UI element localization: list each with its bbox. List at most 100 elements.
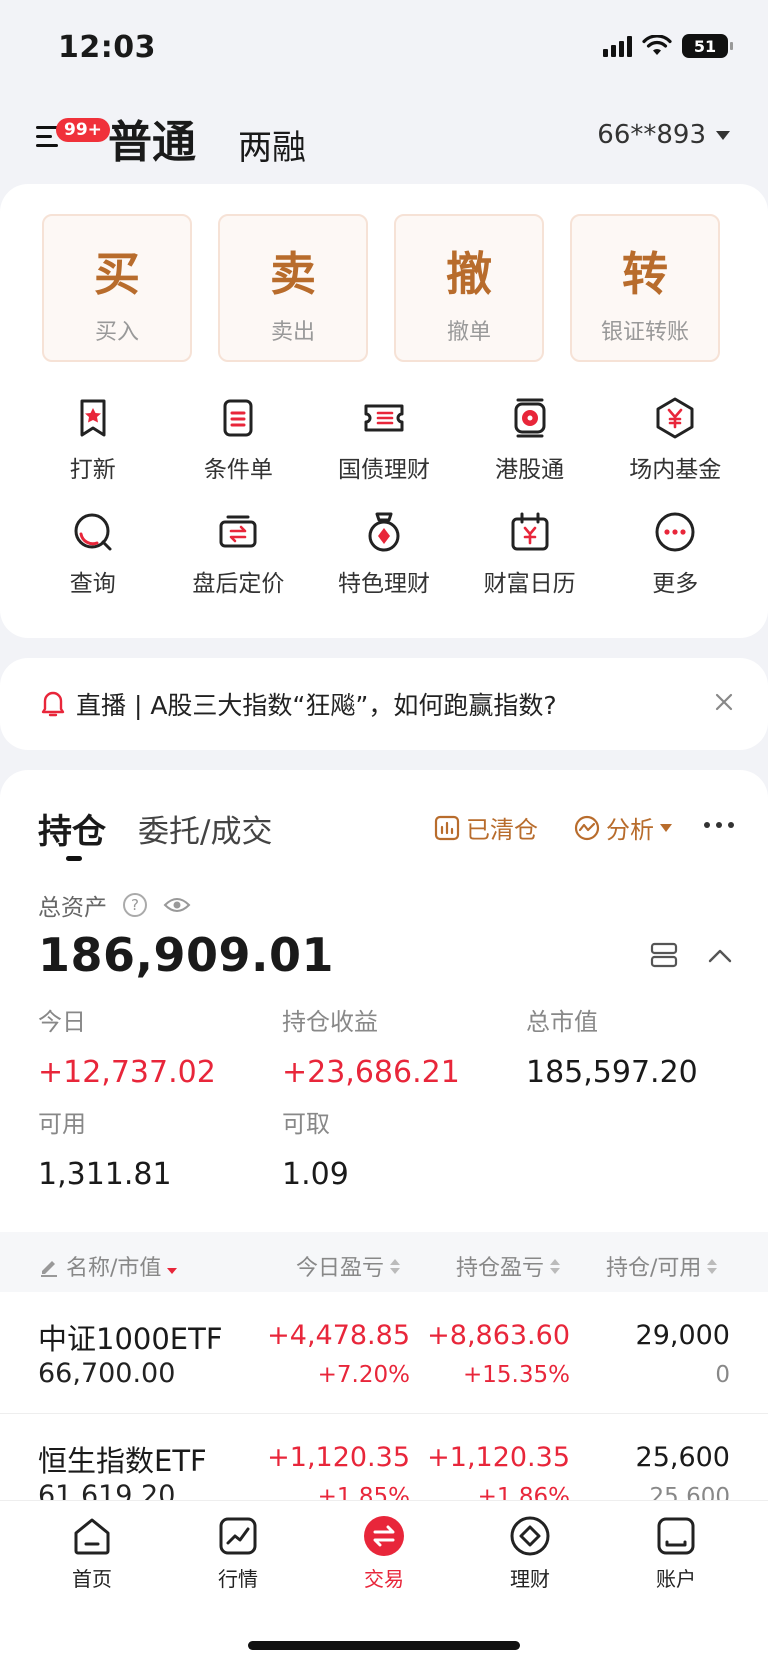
position-pl: +1,120.35: [427, 1442, 570, 1473]
today-pl: +4,478.85: [267, 1320, 410, 1351]
analysis-button[interactable]: 分析: [574, 810, 672, 845]
position-qty: 25,600: [635, 1442, 730, 1473]
tab-finance[interactable]: 理财: [470, 1515, 590, 1592]
tab-label: 首页: [72, 1567, 112, 1591]
security-name: 中证1000ETF: [38, 1322, 223, 1356]
chevron-up-icon[interactable]: [708, 946, 732, 966]
total-assets-value: 186,909.01: [38, 928, 335, 982]
grid-item-after-hours[interactable]: 盘后定价: [166, 510, 312, 598]
stat-label: 总市值: [526, 1008, 598, 1036]
status-time: 12:03: [58, 30, 156, 65]
tab-orders-trades[interactable]: 委托/成交: [138, 806, 272, 851]
tab-trade[interactable]: 交易: [324, 1515, 444, 1592]
home-icon: [74, 1518, 110, 1555]
layout-toggle-icon[interactable]: [650, 942, 678, 968]
stat-value: 1,311.81: [38, 1157, 172, 1192]
account-selector[interactable]: 66**893: [597, 120, 730, 150]
grid-item-hk-connect[interactable]: 港股通: [457, 396, 603, 484]
message-badge: 99+: [56, 118, 110, 142]
stat-value: +12,737.02: [38, 1055, 216, 1090]
table-row[interactable]: 中证1000ETF 66,700.00 +4,478.85 +7.20% +8,…: [0, 1292, 768, 1414]
grid-label: 财富日历: [483, 571, 576, 597]
position-qty: 29,000: [635, 1320, 730, 1351]
finance-icon: [510, 1516, 550, 1556]
cleared-positions-button[interactable]: 已清仓: [434, 810, 538, 845]
status-icons: 51: [603, 34, 733, 58]
grid-label: 港股通: [495, 457, 565, 483]
market-chart-icon: [219, 1517, 257, 1555]
today-pl: +1,120.35: [267, 1442, 410, 1473]
market-value: 66,700.00: [38, 1358, 176, 1389]
stat-label: 今日: [38, 1008, 86, 1036]
tab-label: 行情: [218, 1567, 258, 1591]
column-position-available[interactable]: 持仓/可用: [606, 1250, 718, 1282]
today-pl-pct: +7.20%: [317, 1362, 410, 1388]
sort-icon: [707, 1258, 718, 1274]
eye-icon[interactable]: [163, 895, 191, 915]
grid-label: 查询: [69, 571, 116, 597]
column-name-mv[interactable]: 名称/市值: [38, 1250, 178, 1282]
notice-text: 直播 | A股三大指数“狂飚”，如何跑赢指数?: [76, 691, 557, 720]
tab-account[interactable]: 账户: [616, 1515, 736, 1592]
stat-value: 185,597.20: [526, 1055, 698, 1090]
help-icon[interactable]: ?: [123, 893, 147, 917]
stat-today-pl: 今日 +12,737.02: [38, 1002, 216, 1090]
column-position-pl[interactable]: 持仓盈亏: [456, 1250, 561, 1282]
hk-connect-icon: [514, 398, 546, 438]
bell-icon: [41, 691, 65, 717]
trade-actions-card: 买 买入 卖 卖出 撤 撤单 转 银证转账 打新 条件单 国债理财 港股通 场内…: [0, 184, 768, 638]
tab-label: 理财: [510, 1567, 550, 1591]
cancel-char: 撤: [446, 247, 492, 301]
edit-pencil-icon: [41, 1261, 57, 1277]
position-pl-pct: +15.35%: [463, 1362, 570, 1388]
security-name: 恒生指数ETF: [38, 1444, 207, 1478]
analysis-icon: [574, 815, 600, 840]
trade-icon: [364, 1516, 404, 1556]
grid-item-ipo[interactable]: 打新: [20, 396, 166, 484]
sell-label: 卖出: [270, 320, 315, 345]
grid-label: 盘后定价: [192, 571, 285, 597]
buy-button[interactable]: 买 买入: [42, 214, 192, 362]
bar-chart-icon: [434, 815, 460, 840]
account-number: 66**893: [597, 120, 706, 150]
grid-item-wealth-calendar[interactable]: 财富日历: [457, 510, 603, 598]
live-notice-banner[interactable]: 直播 | A股三大指数“狂飚”，如何跑赢指数?: [0, 658, 768, 750]
close-icon[interactable]: [714, 692, 734, 712]
grid-item-onsite-fund[interactable]: 场内基金: [602, 396, 748, 484]
grid-item-more[interactable]: 更多: [602, 510, 748, 598]
cancel-order-button[interactable]: 撤 撤单: [394, 214, 544, 362]
tab-holdings[interactable]: 持仓: [38, 804, 106, 853]
holdings-table-header: 名称/市值 今日盈亏 持仓盈亏 持仓/可用: [0, 1232, 768, 1292]
analysis-label: 分析: [606, 816, 654, 844]
battery-icon: 51: [682, 34, 733, 58]
grid-item-treasury[interactable]: 国债理财: [311, 396, 457, 484]
grid-item-query[interactable]: 查询: [20, 510, 166, 598]
column-today-pl[interactable]: 今日盈亏: [296, 1250, 401, 1282]
ipo-bookmark-icon: [80, 399, 106, 437]
tab-home[interactable]: 首页: [32, 1515, 152, 1592]
more-options-icon[interactable]: [704, 822, 734, 828]
status-bar: 12:03 51: [0, 0, 768, 96]
buy-char: 买: [94, 247, 140, 301]
sort-icon: [390, 1258, 401, 1274]
tab-market[interactable]: 行情: [178, 1515, 298, 1592]
treasury-ticket-icon: [364, 404, 404, 432]
wealth-calendar-icon: [511, 512, 549, 551]
sell-button[interactable]: 卖 卖出: [218, 214, 368, 362]
transfer-label: 银证转账: [600, 320, 689, 345]
column-label: 持仓/可用: [606, 1256, 702, 1281]
grid-item-condition-order[interactable]: 条件单: [166, 396, 312, 484]
grid-label: 场内基金: [629, 457, 722, 483]
stat-withdrawable: 可取 1.09: [282, 1104, 349, 1192]
stat-label: 可取: [282, 1110, 330, 1138]
stat-label: 可用: [38, 1110, 86, 1138]
tab-normal-account[interactable]: 普通: [108, 106, 196, 170]
tab-label: 交易: [364, 1567, 404, 1591]
grid-item-featured-finance[interactable]: 特色理财: [311, 510, 457, 598]
buy-label: 买入: [94, 320, 139, 345]
tab-margin-account[interactable]: 两融: [238, 120, 306, 169]
grid-label: 打新: [69, 457, 116, 483]
grid-label: 更多: [652, 571, 699, 597]
bank-transfer-button[interactable]: 转 银证转账: [570, 214, 720, 362]
total-assets-label: 总资产: [38, 895, 107, 921]
